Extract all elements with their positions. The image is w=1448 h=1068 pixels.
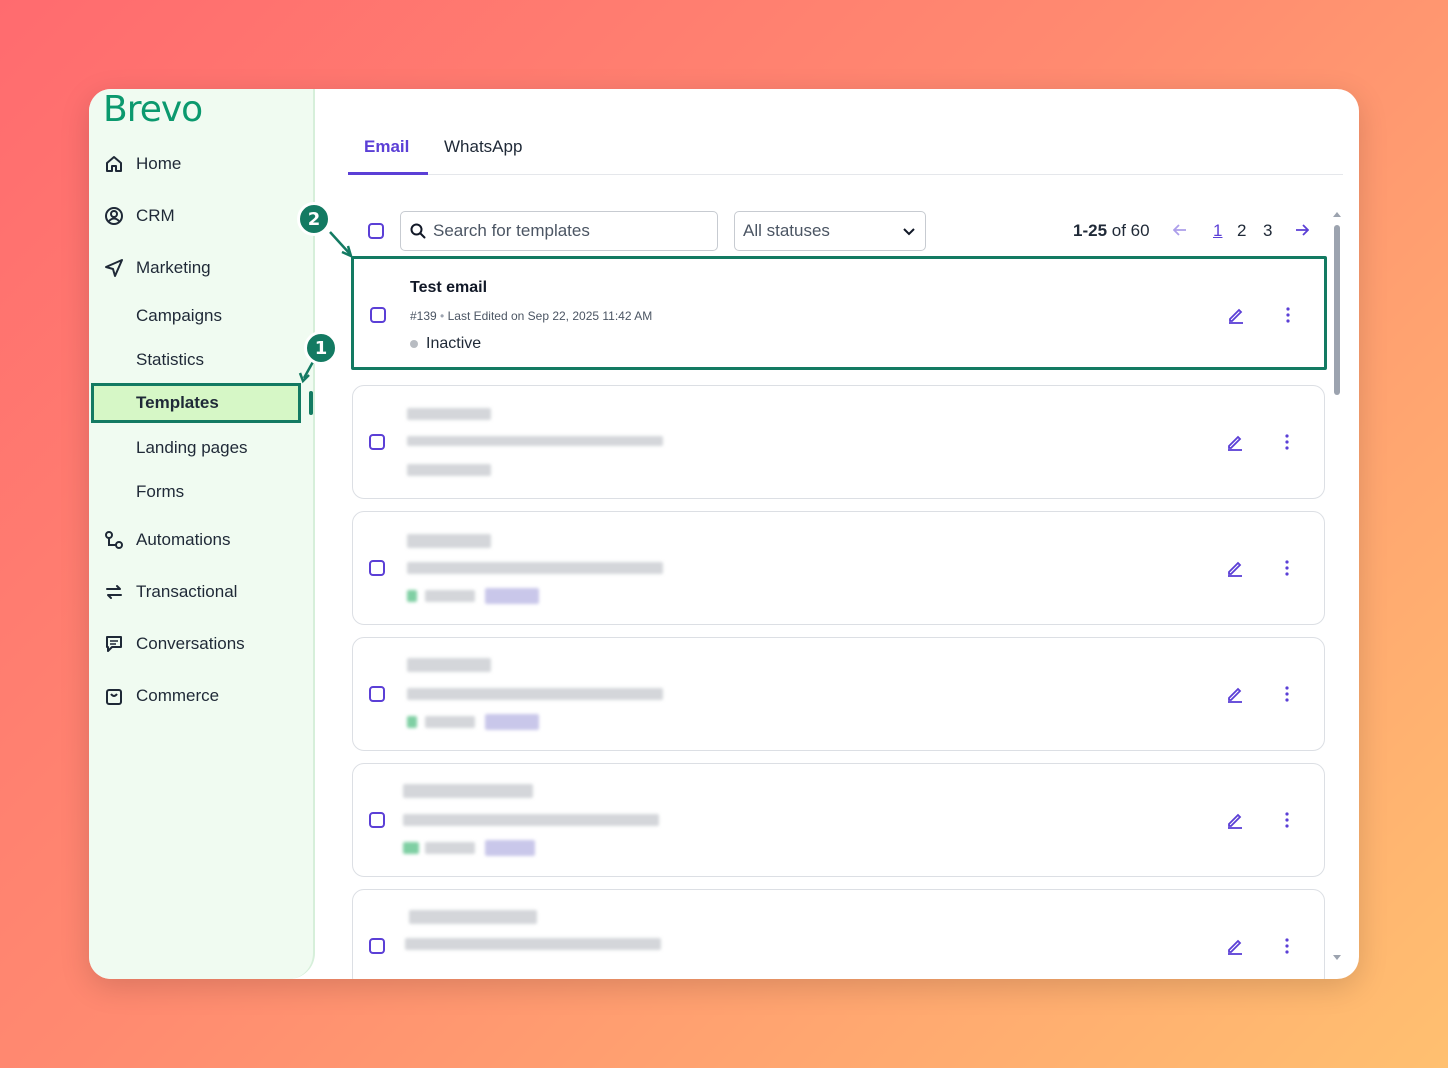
annotation-arrows — [298, 231, 353, 384]
callout-step-1: 1 — [304, 331, 338, 365]
callout-step-2: 2 — [297, 202, 331, 236]
